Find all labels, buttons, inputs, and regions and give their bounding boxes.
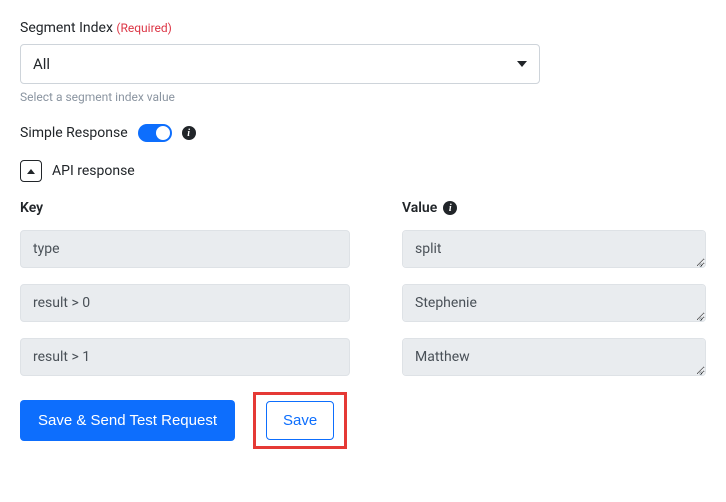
collapse-button[interactable] xyxy=(20,160,42,182)
kv-row: type split xyxy=(20,230,706,268)
resize-handle-icon xyxy=(695,311,703,319)
segment-index-label-text: Segment Index xyxy=(20,20,113,36)
segment-index-select[interactable]: All xyxy=(20,44,540,84)
value-text: Stephenie xyxy=(415,295,477,311)
kv-row: result > 1 Matthew xyxy=(20,338,706,376)
key-cell[interactable]: result > 0 xyxy=(20,284,350,322)
value-cell[interactable]: Stephenie xyxy=(402,284,706,322)
segment-index-label: Segment Index (Required) xyxy=(20,20,706,36)
value-cell[interactable]: split xyxy=(402,230,706,268)
value-text: split xyxy=(415,241,441,257)
segment-index-helper: Select a segment index value xyxy=(20,90,706,104)
segment-index-value: All xyxy=(33,55,50,73)
kv-row: result > 0 Stephenie xyxy=(20,284,706,322)
save-and-send-button[interactable]: Save & Send Test Request xyxy=(20,400,235,441)
simple-response-toggle[interactable] xyxy=(138,124,172,142)
save-button[interactable]: Save xyxy=(266,401,334,440)
key-column-header: Key xyxy=(20,200,402,216)
key-cell[interactable]: type xyxy=(20,230,350,268)
info-icon[interactable]: i xyxy=(182,126,196,140)
value-cell[interactable]: Matthew xyxy=(402,338,706,376)
required-tag: (Required) xyxy=(116,21,171,35)
simple-response-label: Simple Response xyxy=(20,125,128,141)
value-text: Matthew xyxy=(415,349,470,365)
value-column-header: Value xyxy=(402,200,437,216)
key-cell[interactable]: result > 1 xyxy=(20,338,350,376)
chevron-down-icon xyxy=(517,61,527,67)
resize-handle-icon xyxy=(695,257,703,265)
info-icon[interactable]: i xyxy=(443,201,457,215)
resize-handle-icon xyxy=(695,365,703,373)
highlight-annotation: Save xyxy=(253,392,347,449)
api-response-title: API response xyxy=(52,163,135,179)
chevron-up-icon xyxy=(27,169,35,174)
toggle-knob xyxy=(156,126,170,140)
